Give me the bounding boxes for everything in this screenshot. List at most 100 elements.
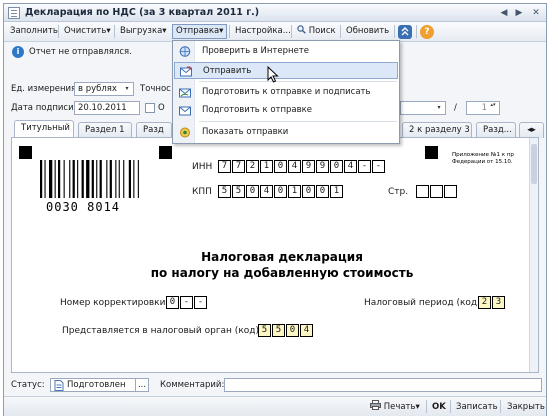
kpp-digit-cell[interactable]: 0 — [246, 185, 259, 198]
barcode-bar — [106, 160, 108, 198]
forward-icon[interactable]: ▶ — [513, 7, 525, 19]
window-title: Декларация по НДС (за 3 квартал 2011 г.) — [25, 7, 260, 18]
authority-digit-cell[interactable]: 0 — [286, 324, 299, 337]
save-button[interactable]: Записать — [456, 400, 498, 414]
menu-item-show-sent[interactable]: Показать отправки — [174, 124, 398, 141]
tab-more[interactable]: Разд... — [476, 122, 516, 138]
kpp-digit-cell[interactable]: 1 — [288, 185, 301, 198]
inn-digit-cell[interactable]: 1 — [260, 160, 273, 173]
chevron-down-icon[interactable]: ▾ — [434, 103, 444, 113]
menu-item-prepare-and-sign[interactable]: Подготовить к отправке и подписать — [174, 84, 398, 101]
barcode-bar — [49, 160, 53, 198]
unit-label: Ед. измерения: — [11, 84, 80, 94]
kpp-digit-cell[interactable]: 1 — [330, 185, 343, 198]
kpp-digit-cell[interactable]: 0 — [316, 185, 329, 198]
scrollbar-thumb[interactable] — [531, 144, 537, 184]
declaration-title: Налоговая декларация — [201, 250, 363, 264]
chevron-down-icon: ▾ — [415, 402, 420, 412]
show-sent-icon — [180, 127, 190, 138]
inn-digit-cell[interactable]: 9 — [316, 160, 329, 173]
period-digit-cell[interactable]: 2 — [478, 296, 491, 309]
envelope-sign-icon — [179, 88, 191, 98]
export-button[interactable]: Выгрузка▾ — [117, 24, 170, 39]
correction-digit-cell[interactable]: - — [194, 296, 207, 309]
inn-digit-cell[interactable]: 7 — [232, 160, 245, 173]
footer-divider — [450, 400, 451, 413]
inn-digit-cell[interactable]: - — [358, 160, 371, 173]
status-field[interactable]: Подготовлен — [50, 378, 136, 392]
status-select-button[interactable]: ... — [135, 378, 149, 392]
refresh-button[interactable]: Обновить — [343, 24, 392, 39]
kpp-digit-cell[interactable]: 0 — [274, 185, 287, 198]
back-icon[interactable]: ◀ — [498, 7, 510, 19]
comment-input[interactable] — [224, 378, 542, 392]
authority-digit-cell[interactable]: 5 — [272, 324, 285, 337]
kpp-digit-cell[interactable]: 4 — [260, 185, 273, 198]
search-icon — [297, 25, 306, 34]
kpp-digit-cell[interactable]: 5 — [218, 185, 231, 198]
corner-marker — [425, 146, 438, 159]
barcode-bar — [40, 160, 43, 198]
tab-scroll-arrows[interactable]: ◂▸ — [519, 122, 544, 138]
authority-digit-cell[interactable]: 4 — [300, 324, 313, 337]
number-value: 1 — [481, 103, 487, 113]
collapse-icon[interactable] — [398, 25, 412, 39]
correction-digit-cell[interactable]: 0 — [166, 296, 179, 309]
menu-item-check-online[interactable]: Проверить в Интернете — [174, 43, 398, 60]
barcode-bar — [69, 160, 71, 198]
help-icon[interactable]: ? — [420, 25, 434, 39]
printer-icon — [370, 400, 381, 410]
authority-label: Представляется в налоговый орган (код) — [62, 326, 259, 336]
inn-digit-cell[interactable]: 4 — [288, 160, 301, 173]
tab-section-1[interactable]: Раздел 1 — [78, 122, 132, 138]
checkbox[interactable] — [145, 103, 155, 113]
inn-digit-cell[interactable]: 0 — [274, 160, 287, 173]
authority-digit-cell[interactable]: 5 — [258, 324, 271, 337]
chevron-down-icon: ▾ — [106, 26, 111, 36]
footer-divider — [500, 400, 501, 413]
spinner-icon[interactable]: ▴▾ — [488, 103, 498, 113]
settings-button[interactable]: Настройка... — [232, 24, 294, 39]
barcode-bar — [137, 160, 139, 198]
send-menu-button[interactable]: Отправка▾ — [172, 24, 228, 39]
print-button[interactable]: Печать▾ — [370, 400, 420, 414]
ok-button[interactable]: OK — [432, 400, 446, 414]
kpp-digit-cell[interactable]: 0 — [302, 185, 315, 198]
correction-digit-cell[interactable]: - — [180, 296, 193, 309]
inn-digit-cell[interactable]: 7 — [218, 160, 231, 173]
page-cell[interactable] — [416, 185, 429, 198]
sign-date-field[interactable]: 20.10.2011 — [74, 101, 140, 115]
period-digit-cell[interactable]: 3 — [492, 296, 505, 309]
chevron-down-icon[interactable]: ▾ — [122, 84, 132, 94]
inn-digit-cell[interactable]: 4 — [344, 160, 357, 173]
kpp-digit-cell[interactable]: 5 — [232, 185, 245, 198]
accuracy-label: Точнос — [140, 84, 171, 94]
page-cell[interactable] — [430, 185, 443, 198]
tab-section[interactable]: Разд — [136, 122, 172, 138]
document-scrollbar[interactable] — [529, 138, 538, 372]
search-button[interactable]: Поиск — [294, 24, 339, 39]
inn-digit-cell[interactable]: 9 — [302, 160, 315, 173]
tab-title-page[interactable]: Титульный — [14, 120, 74, 138]
barcode-bar — [63, 160, 65, 198]
corner-marker — [19, 146, 32, 159]
close-button[interactable]: Закрыть — [507, 400, 545, 414]
number-field[interactable]: 1 ▴▾ — [466, 101, 500, 115]
page-cell[interactable] — [444, 185, 457, 198]
menu-separator — [199, 121, 397, 122]
close-icon[interactable]: ✕ — [530, 7, 542, 19]
menu-item-prepare[interactable]: Подготовить к отправке — [174, 102, 398, 119]
unit-select[interactable]: в рублях ▾ — [74, 82, 134, 96]
menu-item-send[interactable]: Отправить — [174, 62, 398, 79]
toolbar-divider — [394, 25, 395, 38]
right-select[interactable]: ▾ — [400, 101, 446, 115]
inn-digit-cell[interactable]: - — [372, 160, 385, 173]
inn-digit-cell[interactable]: 2 — [246, 160, 259, 173]
barcode-bar — [118, 160, 120, 198]
fill-button[interactable]: Заполнить — [7, 24, 61, 39]
inn-digit-cell[interactable]: 0 — [330, 160, 343, 173]
tab-appendix-section-3[interactable]: 2 к разделу 3 — [402, 122, 472, 138]
barcode-bar — [123, 160, 125, 198]
clear-button[interactable]: Очистить▾ — [61, 24, 114, 39]
info-icon: i — [12, 46, 24, 58]
